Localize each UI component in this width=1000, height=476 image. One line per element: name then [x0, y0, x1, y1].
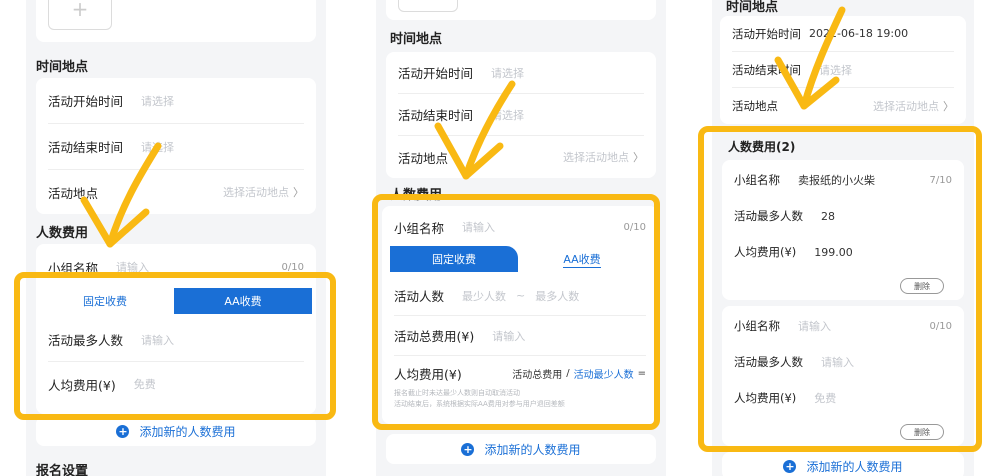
- arrow-head-icon: [774, 56, 840, 110]
- arrow-down-left-icon: [106, 142, 162, 248]
- arrow-down-left-icon: [462, 80, 516, 180]
- annotation-arrows: [80, 6, 846, 248]
